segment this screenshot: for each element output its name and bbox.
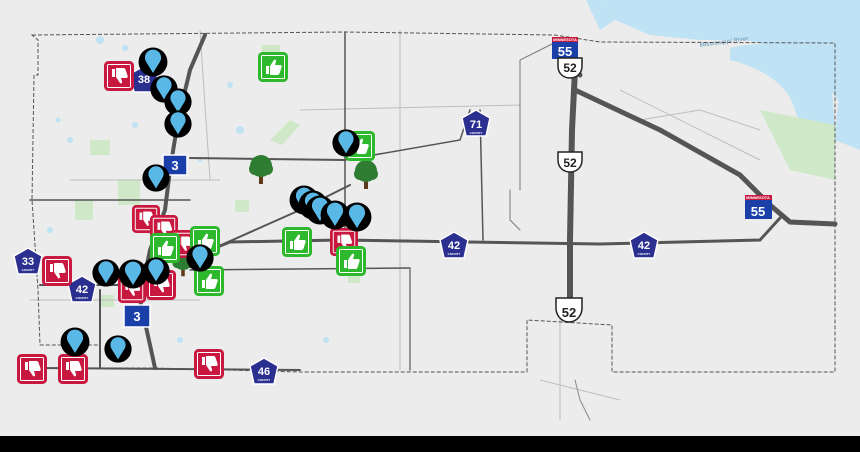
location-pin-icon[interactable] bbox=[138, 47, 168, 77]
location-pin-icon[interactable] bbox=[60, 327, 90, 357]
svg-text:52: 52 bbox=[563, 156, 577, 170]
svg-text:71: 71 bbox=[470, 119, 482, 131]
map-canvas[interactable]: Mississippi River MINNESOTA 55 MINNESOTA… bbox=[0, 0, 860, 436]
tree-icon[interactable] bbox=[249, 155, 273, 184]
highway-3-shield-south: 3 bbox=[123, 304, 151, 328]
county-33-shield: 33 COUNTY bbox=[13, 247, 43, 275]
thumbs-down-icon[interactable] bbox=[194, 349, 224, 379]
us-52-shield-south: 52 bbox=[555, 297, 583, 323]
location-pin-icon[interactable] bbox=[92, 259, 120, 287]
location-pin-icon[interactable] bbox=[142, 164, 170, 192]
thumbs-down-icon[interactable] bbox=[58, 354, 88, 384]
svg-text:42: 42 bbox=[76, 284, 88, 296]
svg-text:46: 46 bbox=[258, 366, 270, 378]
svg-text:COUNTY: COUNTY bbox=[638, 252, 651, 256]
svg-text:COUNTY: COUNTY bbox=[448, 252, 461, 256]
us-52-shield-north: 52 bbox=[557, 57, 583, 79]
location-pin-icon[interactable] bbox=[142, 257, 170, 285]
svg-text:COUNTY: COUNTY bbox=[470, 131, 483, 135]
svg-text:COUNTY: COUNTY bbox=[22, 268, 35, 272]
location-pin-icon[interactable] bbox=[104, 335, 132, 363]
svg-text:3: 3 bbox=[171, 158, 178, 173]
svg-text:55: 55 bbox=[558, 44, 572, 59]
svg-text:MINNESOTA: MINNESOTA bbox=[746, 195, 770, 200]
location-pin-icon[interactable] bbox=[342, 202, 372, 232]
svg-text:3: 3 bbox=[133, 309, 140, 324]
interstate-55-shield-east: MINNESOTA 55 bbox=[745, 195, 772, 219]
tree-icon[interactable] bbox=[354, 160, 378, 189]
thumbs-up-icon[interactable] bbox=[258, 52, 288, 82]
county-42-shield-east: 42 COUNTY bbox=[629, 231, 659, 259]
svg-text:42: 42 bbox=[448, 240, 460, 252]
county-42-shield-center: 42 COUNTY bbox=[439, 231, 469, 259]
svg-text:52: 52 bbox=[562, 305, 576, 320]
thumbs-up-icon[interactable] bbox=[282, 227, 312, 257]
svg-text:55: 55 bbox=[751, 204, 765, 219]
thumbs-down-icon[interactable] bbox=[42, 256, 72, 286]
svg-text:COUNTY: COUNTY bbox=[76, 296, 89, 300]
thumbs-up-icon[interactable] bbox=[336, 246, 366, 276]
thumbs-down-icon[interactable] bbox=[104, 61, 134, 91]
thumbs-down-icon[interactable] bbox=[17, 354, 47, 384]
bottom-bar bbox=[0, 436, 860, 452]
location-pin-markers bbox=[60, 47, 372, 363]
county-42-shield-west: 42 COUNTY bbox=[67, 275, 97, 303]
svg-text:33: 33 bbox=[22, 256, 34, 268]
svg-text:38: 38 bbox=[138, 74, 150, 86]
county-46-shield: 46 COUNTY bbox=[249, 357, 279, 385]
us-52-shield-mid: 52 bbox=[557, 151, 583, 173]
svg-text:COUNTY: COUNTY bbox=[258, 378, 271, 382]
svg-text:MINNESOTA: MINNESOTA bbox=[553, 37, 577, 42]
location-pin-icon[interactable] bbox=[164, 110, 192, 138]
svg-text:52: 52 bbox=[563, 61, 577, 75]
location-pin-icon[interactable] bbox=[186, 244, 214, 272]
svg-text:42: 42 bbox=[638, 240, 650, 252]
interstate-55-shield-north: MINNESOTA 55 bbox=[552, 37, 578, 59]
map-svg[interactable]: Mississippi River MINNESOTA 55 MINNESOTA… bbox=[0, 0, 860, 436]
county-71-shield: 71 COUNTY bbox=[461, 109, 491, 137]
location-pin-icon[interactable] bbox=[332, 129, 360, 157]
